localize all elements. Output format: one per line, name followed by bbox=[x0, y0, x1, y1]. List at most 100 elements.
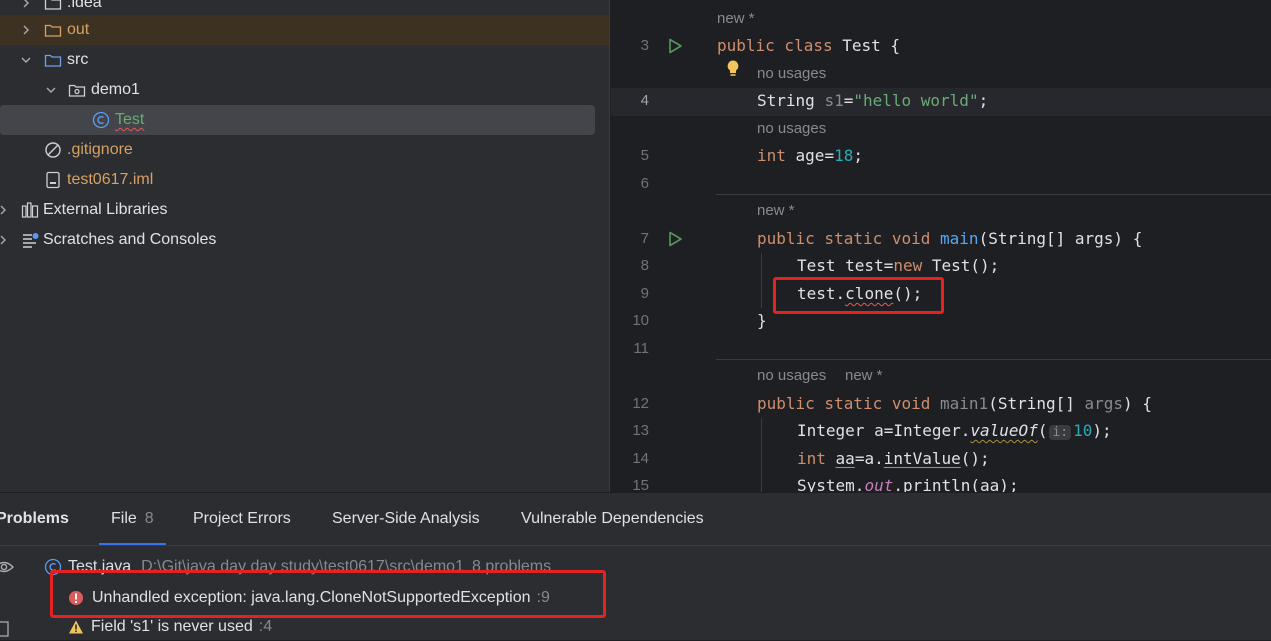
vcs-hint[interactable]: new * bbox=[757, 202, 795, 219]
code-line-12[interactable]: public static void main1(String[] args) … bbox=[757, 394, 1152, 413]
tree-item-label: src bbox=[67, 51, 89, 68]
run-icon[interactable] bbox=[666, 230, 684, 248]
code-token: 10 bbox=[1073, 421, 1093, 440]
code-token: (); bbox=[960, 449, 990, 468]
code-line-8[interactable]: Test test=new Test(); bbox=[797, 256, 999, 275]
chevron-right-icon[interactable] bbox=[20, 15, 32, 45]
code-token: =a. bbox=[854, 449, 884, 468]
code-token: ) { bbox=[1123, 394, 1152, 413]
tab-divider bbox=[0, 545, 1271, 546]
code-line-14[interactable]: int aa=a.intValue(); bbox=[797, 449, 990, 468]
chevron-right-icon[interactable] bbox=[0, 195, 9, 225]
code-line-4[interactable]: String s1="hello world"; bbox=[757, 91, 988, 110]
warning-icon bbox=[69, 620, 83, 634]
code-token: Integer a=Integer. bbox=[797, 421, 971, 440]
code-token: new bbox=[893, 256, 923, 275]
indent-guide bbox=[761, 253, 762, 308]
code-token: Test { bbox=[832, 36, 901, 55]
tree-item-demo1[interactable]: demo1 bbox=[0, 75, 595, 105]
tree-item-src[interactable]: src bbox=[0, 45, 595, 75]
code-token: .println(aa); bbox=[893, 476, 1019, 492]
lightbulb-icon[interactable] bbox=[725, 59, 741, 79]
tab-label: Project Errors bbox=[193, 510, 291, 527]
tree-item-label: .idea bbox=[67, 0, 102, 11]
code-token: (String[] args) { bbox=[978, 229, 1143, 248]
line-number: 13 bbox=[632, 422, 649, 439]
line-number: 10 bbox=[632, 312, 649, 329]
tab-label: Server-Side Analysis bbox=[332, 510, 480, 527]
chevron-right-icon[interactable] bbox=[0, 225, 9, 255]
code-editor[interactable]: 3 4 5 6 7 8 9 10 11 12 13 14 15 new * no… bbox=[611, 0, 1271, 492]
code-token: System. bbox=[797, 476, 865, 492]
tree-item-gitignore[interactable]: .gitignore bbox=[0, 135, 595, 165]
line-number: 4 bbox=[640, 92, 649, 109]
line-number: 15 bbox=[632, 477, 649, 492]
code-token: ; bbox=[853, 146, 863, 165]
source-folder-icon bbox=[43, 45, 63, 75]
line-number: 5 bbox=[640, 147, 649, 164]
tree-item-external-libraries[interactable]: External Libraries bbox=[0, 195, 595, 225]
code-line-10[interactable]: } bbox=[757, 311, 767, 330]
line-number: 3 bbox=[640, 37, 649, 54]
tree-item-label: .gitignore bbox=[67, 141, 133, 158]
module-file-icon bbox=[43, 165, 63, 195]
line-number: 14 bbox=[632, 450, 649, 467]
line-number: 7 bbox=[640, 230, 649, 247]
line-number: 9 bbox=[640, 285, 649, 302]
code-token: int bbox=[797, 449, 826, 468]
file-icon[interactable] bbox=[0, 621, 10, 637]
usages-hint[interactable]: no usages bbox=[757, 65, 826, 82]
code-token: 18 bbox=[834, 146, 854, 165]
problem-message: Field 's1' is never used bbox=[91, 618, 253, 635]
code-token: ; bbox=[978, 91, 989, 110]
code-token: main1 bbox=[930, 394, 989, 413]
tab-project-errors[interactable]: Project Errors bbox=[193, 493, 291, 545]
tab-file[interactable]: File 8 bbox=[99, 493, 166, 545]
project-tool-window: .idea out src demo1 Test .gitignore test… bbox=[0, 0, 609, 492]
code-token: public static void bbox=[757, 394, 931, 413]
code-line-5[interactable]: int age=18; bbox=[757, 146, 863, 165]
package-icon bbox=[67, 75, 87, 105]
tree-item-label: test0617.iml bbox=[67, 171, 154, 188]
vcs-hint[interactable]: new * bbox=[717, 10, 755, 27]
class-icon bbox=[91, 105, 111, 135]
library-icon bbox=[20, 195, 40, 225]
tree-item-label: out bbox=[67, 21, 90, 38]
code-token: out bbox=[864, 476, 894, 492]
tree-item-iml[interactable]: test0617.iml bbox=[0, 165, 595, 195]
tab-server-side-analysis[interactable]: Server-Side Analysis bbox=[332, 493, 480, 545]
vcs-hint[interactable]: new * bbox=[845, 367, 883, 384]
tab-vulnerable-dependencies[interactable]: Vulnerable Dependencies bbox=[521, 493, 704, 545]
run-icon[interactable] bbox=[666, 37, 684, 55]
usages-hint[interactable]: no usages bbox=[757, 367, 826, 384]
code-line-15[interactable]: System.out.println(aa); bbox=[797, 476, 1019, 492]
chevron-down-icon[interactable] bbox=[45, 75, 57, 105]
problems-tool-window: Problems File 8 Project Errors Server-Sid… bbox=[0, 492, 1271, 640]
code-token: = bbox=[843, 91, 854, 110]
code-token: s1 bbox=[824, 91, 844, 110]
tree-item-scratches[interactable]: Scratches and Consoles bbox=[0, 225, 595, 255]
line-number: 8 bbox=[640, 257, 649, 274]
code-token: int bbox=[757, 146, 786, 165]
code-token: age= bbox=[785, 146, 835, 165]
tree-item-label: Scratches and Consoles bbox=[43, 231, 217, 248]
tab-count: 8 bbox=[144, 510, 154, 527]
eye-icon[interactable] bbox=[0, 559, 14, 575]
code-line-7[interactable]: public static void main(String[] args) { bbox=[757, 229, 1142, 248]
method-separator bbox=[716, 359, 1271, 360]
code-token: } bbox=[757, 311, 767, 330]
code-token: Test(); bbox=[922, 256, 1000, 275]
line-number: 11 bbox=[633, 340, 649, 357]
scratches-icon bbox=[20, 225, 40, 255]
folder-icon bbox=[43, 15, 63, 45]
tree-item-out[interactable]: out bbox=[0, 15, 609, 45]
tree-item-test[interactable]: Test bbox=[0, 105, 595, 135]
code-token: public static void bbox=[757, 229, 931, 248]
line-number: 6 bbox=[640, 175, 649, 192]
code-token: aa bbox=[835, 449, 855, 468]
usages-hint[interactable]: no usages bbox=[757, 120, 826, 137]
code-line-3[interactable]: public class Test { bbox=[717, 36, 900, 55]
chevron-down-icon[interactable] bbox=[20, 45, 32, 75]
code-line-13[interactable]: Integer a=Integer.valueOf(i: 10); bbox=[797, 421, 1112, 440]
